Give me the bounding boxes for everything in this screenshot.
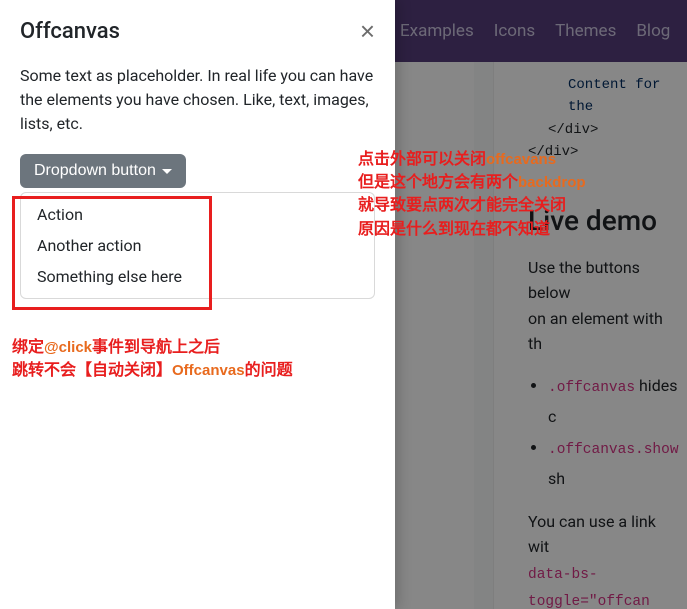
- text: 就导致要点两次才能完全关闭: [358, 194, 687, 217]
- page-background: Examples Icons Themes Blog Content for t…: [0, 0, 687, 609]
- text: 的问题: [245, 362, 293, 379]
- text: 事件到导航上之后: [92, 339, 220, 356]
- offcanvas-description: Some text as placeholder. In real life y…: [20, 64, 375, 136]
- text: Offcanvas: [172, 362, 245, 379]
- dropdown-item[interactable]: Another action: [21, 230, 374, 261]
- close-icon[interactable]: ×: [360, 18, 375, 44]
- dropdown-item[interactable]: Something else here: [21, 261, 374, 292]
- offcanvas-backdrop[interactable]: [395, 0, 687, 609]
- offcanvas-title: Offcanvas: [20, 19, 120, 44]
- text: backdrop: [518, 174, 586, 191]
- offcanvas-header: Offcanvas ×: [20, 18, 375, 44]
- text: offcavans: [486, 151, 556, 168]
- annotation-text-bottom: 绑定@click事件到导航上之后 跳转不会【自动关闭】Offcanvas的问题: [12, 336, 382, 382]
- offcanvas-panel: Offcanvas × Some text as placeholder. In…: [0, 0, 395, 609]
- dropdown-button[interactable]: Dropdown button: [20, 154, 186, 188]
- text: 点击外部可以关闭: [358, 151, 486, 168]
- text: 跳转不会【自动关闭】: [12, 362, 172, 379]
- dropdown-menu: Action Another action Something else her…: [20, 192, 375, 299]
- text: @click: [44, 339, 92, 356]
- dropdown-item[interactable]: Action: [21, 199, 374, 230]
- annotation-text-right: 点击外部可以关闭offcavans 但是这个地方会有两个backdrop 就导致…: [358, 148, 687, 241]
- text: 原因是什么到现在都不知道: [358, 218, 687, 241]
- chevron-down-icon: [162, 169, 172, 174]
- text: 但是这个地方会有两个: [358, 174, 518, 191]
- dropdown-button-label: Dropdown button: [34, 162, 156, 180]
- text: 绑定: [12, 339, 44, 356]
